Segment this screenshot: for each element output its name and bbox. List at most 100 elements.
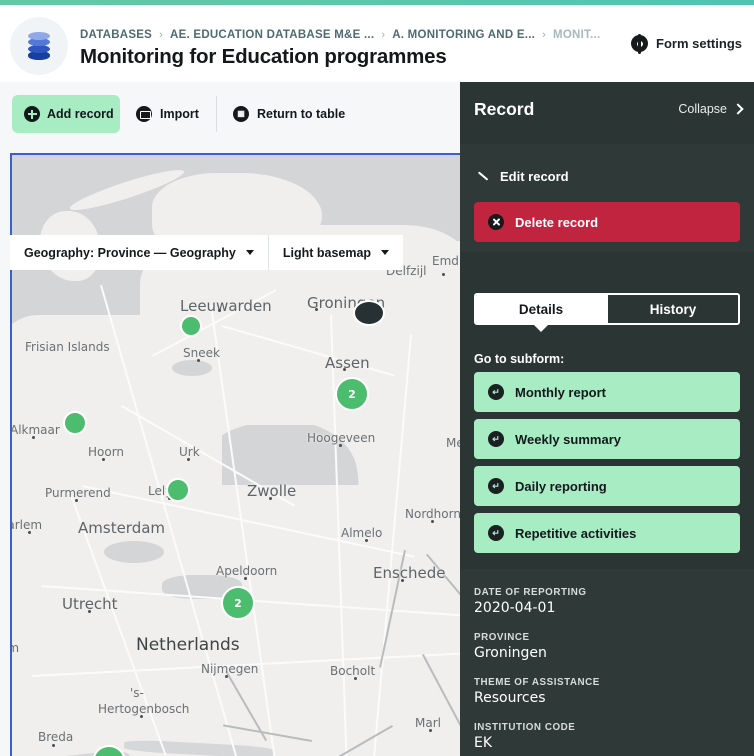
form-settings-button[interactable]: Form settings xyxy=(631,35,742,52)
field-value: Resources xyxy=(474,690,546,706)
map-city-dot xyxy=(225,675,228,678)
map-city-label: Urk xyxy=(179,445,200,459)
map-city-dot xyxy=(187,458,190,461)
map-city-dot xyxy=(365,539,368,542)
toolbar-divider xyxy=(216,96,217,132)
map-city-label: Hoorn xyxy=(88,445,125,459)
record-panel-header: Record Collapse xyxy=(460,82,754,144)
map-city-label: Nordhorn xyxy=(405,507,460,521)
map-city-dot xyxy=(75,499,78,502)
edit-record-button[interactable]: Edit record xyxy=(476,169,569,184)
map-city-label: Leeuwarden xyxy=(180,297,272,315)
page-header: DATABASES › AE. EDUCATION DATABASE M&E .… xyxy=(0,5,754,82)
arrow-enter-circle-icon: ↵ xyxy=(488,478,504,494)
x-circle-icon xyxy=(488,214,504,230)
return-to-table-label: Return to table xyxy=(257,107,346,121)
map-marker[interactable]: 2 xyxy=(221,586,255,620)
map-city-dot xyxy=(442,273,445,276)
map-city-dot xyxy=(197,359,200,362)
breadcrumb-item-1[interactable]: AE. EDUCATION DATABASE M&E ... xyxy=(170,29,374,41)
record-panel-title: Record xyxy=(474,99,535,119)
field-label: INSTITUTION CODE xyxy=(474,722,576,733)
field-label: DATE OF REPORTING xyxy=(474,587,587,598)
map-city-dot xyxy=(244,577,247,580)
map-city-dot xyxy=(52,744,55,747)
tab-details[interactable]: Details xyxy=(476,295,606,323)
return-to-table-button[interactable]: ▦ Return to table xyxy=(233,95,345,133)
subform-button[interactable]: ↵ Repetitive activities xyxy=(474,513,740,553)
map-water-patch-a xyxy=(172,360,212,376)
map-city-label: Me xyxy=(446,436,460,450)
subform-list: ↵ Monthly report ↵ Weekly summary ↵ Daily rep… xyxy=(474,372,740,560)
map-city-label: Amsterdam xyxy=(78,519,166,537)
map-city-label: Sneek xyxy=(183,346,220,360)
add-record-button[interactable]: Add record xyxy=(12,95,120,133)
tab-active-indicator xyxy=(534,325,548,332)
map-water-patch-c xyxy=(104,541,164,563)
subform-button[interactable]: ↵ Monthly report xyxy=(474,372,740,412)
record-actions: Edit record Delete record xyxy=(460,144,754,252)
add-record-label: Add record xyxy=(47,107,114,121)
subform-button[interactable]: ↵ Weekly summary xyxy=(474,419,740,459)
map-city-label: Enschede xyxy=(373,564,446,582)
map-city-dot xyxy=(140,715,143,718)
map-city-label: Marl xyxy=(415,716,441,730)
subform-button-label: Repetitive activities xyxy=(515,525,637,541)
map-marker-selected[interactable] xyxy=(353,300,385,326)
map-city-dot xyxy=(218,309,221,312)
breadcrumb-item-2[interactable]: A. MONITORING AND E... xyxy=(392,29,535,41)
breadcrumb-item-3[interactable]: MONIT... xyxy=(553,29,600,41)
map-city-label: Breda xyxy=(38,730,74,744)
record-tabs: Details History xyxy=(474,293,740,325)
record-field-list: DATE OF REPORTING 2020-04-01 PROVINCE Groni… xyxy=(460,569,754,756)
breadcrumb-separator: › xyxy=(159,29,164,41)
geography-select-label: Geography: Province — Geography xyxy=(24,245,236,260)
map-city-label: Netherlands xyxy=(136,635,240,655)
map-city-dot xyxy=(429,729,432,732)
import-label: Import xyxy=(160,107,199,121)
collapse-label: Collapse xyxy=(678,102,727,116)
geography-select[interactable]: Geography: Province — Geography xyxy=(10,235,268,270)
map-marker[interactable] xyxy=(166,478,190,502)
delete-record-label: Delete record xyxy=(515,214,599,230)
map-city-dot xyxy=(28,531,31,534)
map-city-label: Nijmegen xyxy=(201,662,259,676)
map-city-dot xyxy=(32,436,35,439)
record-panel: Record Collapse Edit record Delete recor… xyxy=(460,82,754,756)
field-label: THEME OF ASSISTANCE xyxy=(474,677,600,688)
map-city-dot xyxy=(401,579,404,582)
map-city-label: Hertogenbosch xyxy=(98,702,190,716)
basemap-select[interactable]: Light basemap xyxy=(267,235,404,270)
table-circle-icon: ▦ xyxy=(233,106,249,122)
import-circle-icon xyxy=(136,106,152,122)
arrow-enter-circle-icon: ↵ xyxy=(488,384,504,400)
breadcrumb-item-0[interactable]: DATABASES xyxy=(80,29,152,41)
chevron-down-icon xyxy=(245,250,254,255)
map-marker[interactable] xyxy=(180,315,202,337)
field-label: PROVINCE xyxy=(474,632,530,643)
collapse-panel-button[interactable]: Collapse xyxy=(678,102,744,116)
import-button[interactable]: Import xyxy=(136,95,199,133)
tab-history[interactable]: History xyxy=(606,295,738,323)
map-city-label: Purmerend xyxy=(45,486,111,500)
map-city-dot xyxy=(269,497,272,500)
field-value: EK xyxy=(474,735,493,751)
basemap-select-label: Light basemap xyxy=(282,245,372,260)
subform-button[interactable]: ↵ Daily reporting xyxy=(474,466,740,506)
map-city-dot xyxy=(102,458,105,461)
map-marker[interactable]: 2 xyxy=(335,377,369,411)
map-city-label: Emd xyxy=(432,254,459,268)
map-marker[interactable] xyxy=(63,411,87,435)
subform-button-label: Weekly summary xyxy=(515,431,621,447)
field-value: 2020-04-01 xyxy=(474,600,556,616)
pencil-icon xyxy=(476,170,489,183)
map-pane: Add record Import ▦ Return to table Leeu… xyxy=(0,82,460,756)
subform-button-label: Monthly report xyxy=(515,384,606,400)
subform-heading: Go to subform: xyxy=(474,352,565,366)
breadcrumb[interactable]: DATABASES › AE. EDUCATION DATABASE M&E .… xyxy=(80,29,600,41)
field-value: Groningen xyxy=(474,645,547,661)
app-root: DATABASES › AE. EDUCATION DATABASE M&E .… xyxy=(0,0,754,756)
map-city-label: Hoogeveen xyxy=(307,431,376,445)
delete-record-button[interactable]: Delete record xyxy=(474,202,740,242)
arrow-enter-circle-icon: ↵ xyxy=(488,431,504,447)
